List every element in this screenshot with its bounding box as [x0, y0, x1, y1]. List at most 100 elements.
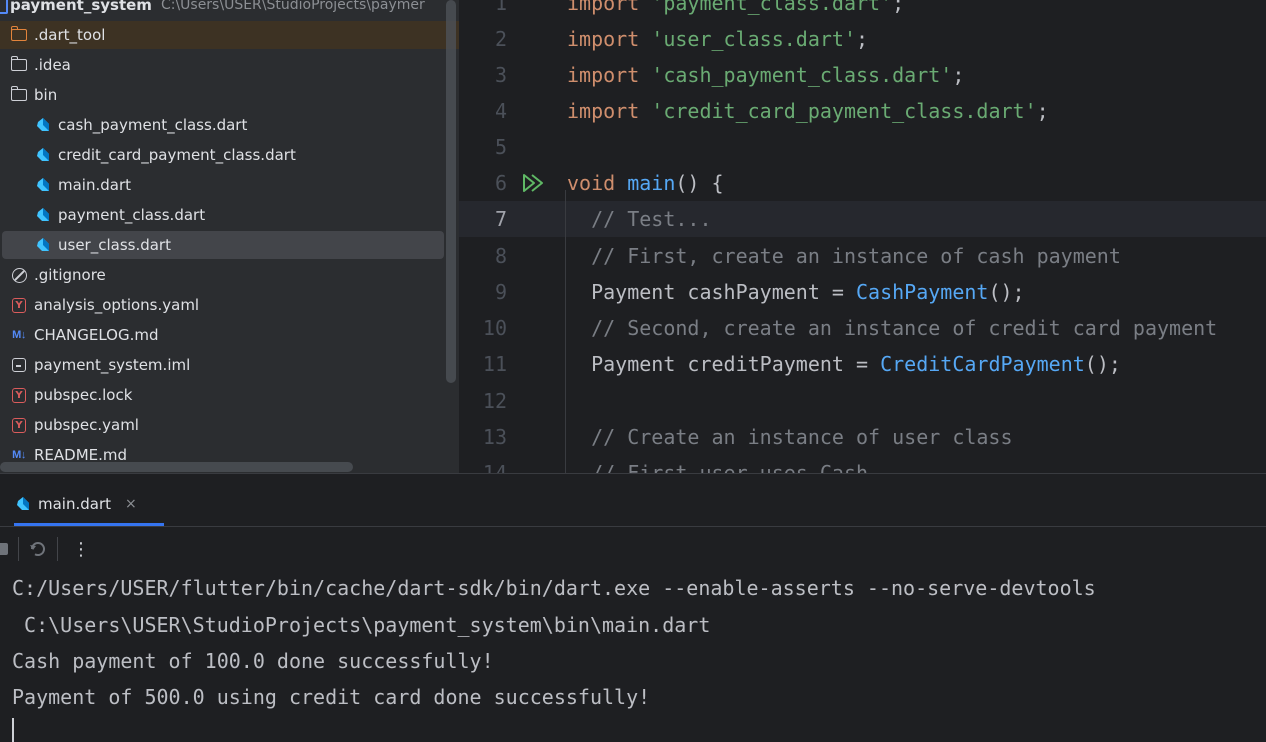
project-horizontal-scrollbar[interactable]: [0, 462, 353, 472]
tree-item-pubspec-yaml[interactable]: Y pubspec.yaml: [0, 411, 444, 439]
tree-item-label: payment_system.iml: [34, 356, 191, 374]
code-line[interactable]: 2 import 'user_class.dart';: [459, 21, 1266, 57]
tree-item-analysis-options[interactable]: Y analysis_options.yaml: [0, 291, 444, 319]
indent-guide: [565, 190, 566, 473]
tree-item-label: bin: [34, 86, 58, 104]
line-number: 1: [494, 0, 507, 15]
code-line[interactable]: 9 Payment cashPayment = CashPayment();: [459, 274, 1266, 310]
stop-icon[interactable]: [0, 543, 8, 555]
tree-item-cash-payment-class[interactable]: cash_payment_class.dart: [0, 111, 444, 139]
run-tab-label: main.dart: [38, 495, 112, 513]
punctuation: ;: [952, 63, 965, 87]
console-line: Payment of 500.0 using credit card done …: [12, 685, 651, 709]
run-main-icon[interactable]: [507, 173, 562, 193]
line-number: 14: [482, 461, 507, 473]
tree-item-dart-tool[interactable]: .dart_tool: [0, 21, 459, 49]
tree-item-label: pubspec.lock: [34, 386, 133, 404]
punctuation: ;: [1036, 99, 1049, 123]
punctuation: ;: [856, 27, 869, 51]
code-line[interactable]: 8 // First, create an instance of cash p…: [459, 238, 1266, 274]
tree-item-label: .dart_tool: [34, 26, 106, 44]
dart-file-icon: [34, 236, 52, 254]
tree-item-iml[interactable]: payment_system.iml: [0, 351, 444, 379]
code-line[interactable]: 3 import 'cash_payment_class.dart';: [459, 57, 1266, 93]
console-line: Cash payment of 100.0 done successfully!: [12, 649, 494, 673]
dart-file-icon: [34, 206, 52, 224]
tree-item-idea[interactable]: .idea: [0, 51, 444, 79]
folder-icon: [10, 86, 28, 104]
keyword: import: [567, 0, 640, 15]
tree-item-main[interactable]: main.dart: [0, 171, 444, 199]
comment: // Test...: [567, 207, 712, 231]
code-line[interactable]: 13 // Create an instance of user class: [459, 419, 1266, 455]
constructor-call: CashPayment: [855, 280, 989, 304]
tree-item-label: cash_payment_class.dart: [58, 116, 248, 134]
project-vertical-scrollbar[interactable]: [446, 0, 456, 383]
tree-item-user-class[interactable]: user_class.dart: [2, 231, 444, 259]
line-number: 3: [494, 63, 507, 87]
code-line[interactable]: 12: [459, 383, 1266, 419]
punctuation: () {: [675, 171, 724, 195]
string-literal: 'payment_class.dart': [639, 0, 893, 15]
tree-item-label: payment_class.dart: [58, 206, 206, 224]
code-line[interactable]: 10 // Second, create an instance of cred…: [459, 310, 1266, 346]
dart-file-icon: [34, 146, 52, 164]
tree-item-payment-class[interactable]: payment_class.dart: [0, 201, 444, 229]
tree-item-credit-card-payment-class[interactable]: credit_card_payment_class.dart: [0, 141, 444, 169]
tree-item-changelog[interactable]: M↓ CHANGELOG.md: [0, 321, 444, 349]
comment: // First user uses Cash: [567, 461, 869, 473]
code-line[interactable]: 6 void main() {: [459, 165, 1266, 201]
code-line-current[interactable]: 7 // Test...: [459, 201, 1266, 237]
close-icon[interactable]: ×: [125, 496, 137, 512]
tree-item-pubspec-lock[interactable]: Y pubspec.lock: [0, 381, 444, 409]
project-root-name: payment_system: [10, 0, 152, 14]
tree-item-label: analysis_options.yaml: [34, 296, 200, 314]
code-line[interactable]: 14 // First user uses Cash: [459, 455, 1266, 473]
line-number: 13: [482, 425, 507, 449]
run-tool-window: main.dart × ⋮ C:/Users/USER/flutter/bin/…: [0, 474, 1266, 742]
function-name: main: [615, 171, 676, 195]
iml-file-icon: [10, 356, 28, 374]
comment: // Second, create an instance of credit …: [567, 316, 1218, 340]
statement: Payment creditPayment =: [567, 352, 881, 376]
module-icon: [0, 0, 8, 14]
rerun-icon[interactable]: [29, 540, 47, 558]
keyword: import: [567, 99, 640, 123]
string-literal: 'credit_card_payment_class.dart': [639, 99, 1037, 123]
more-options-icon[interactable]: ⋮: [72, 539, 90, 560]
yaml-file-icon: Y: [10, 296, 28, 314]
code-line[interactable]: 11 Payment creditPayment = CreditCardPay…: [459, 346, 1266, 382]
line-number: 12: [482, 389, 507, 413]
dart-file-icon: [34, 176, 52, 194]
tree-item-label: main.dart: [58, 176, 132, 194]
tree-item-gitignore[interactable]: .gitignore: [0, 261, 444, 289]
tree-item-label: credit_card_payment_class.dart: [58, 146, 296, 164]
keyword: import: [567, 27, 640, 51]
code-line[interactable]: 5: [459, 129, 1266, 165]
dart-file-icon: [14, 495, 32, 513]
line-number: 6: [494, 171, 507, 195]
code-line[interactable]: 1 import 'payment_class.dart';: [459, 0, 1266, 21]
dart-file-icon: [34, 116, 52, 134]
console-line: C:/Users/USER/flutter/bin/cache/dart-sdk…: [12, 576, 1096, 600]
line-number: 4: [494, 99, 507, 123]
ignore-file-icon: [10, 266, 28, 284]
yaml-file-icon: Y: [10, 416, 28, 434]
line-number: 11: [482, 352, 507, 376]
line-number: 10: [482, 316, 507, 340]
project-root[interactable]: payment_system C:\Users\USER\StudioProje…: [0, 0, 425, 16]
code-line[interactable]: 4 import 'credit_card_payment_class.dart…: [459, 93, 1266, 129]
comment: // First, create an instance of cash pay…: [567, 244, 1121, 268]
keyword: void: [567, 171, 616, 195]
active-tab-indicator: [14, 523, 164, 526]
punctuation: ;: [892, 0, 905, 15]
line-number: 8: [494, 244, 507, 268]
yaml-file-icon: Y: [10, 386, 28, 404]
project-root-path: C:\Users\USER\StudioProjects\paymer: [160, 0, 425, 13]
folder-orange-icon: [10, 26, 28, 44]
line-number: 7: [494, 207, 507, 231]
code-editor[interactable]: 1 import 'payment_class.dart'; 2 import …: [459, 0, 1266, 473]
statement: Payment cashPayment =: [567, 280, 856, 304]
run-tab-main[interactable]: main.dart ×: [14, 482, 164, 526]
tree-item-bin[interactable]: bin: [0, 81, 444, 109]
